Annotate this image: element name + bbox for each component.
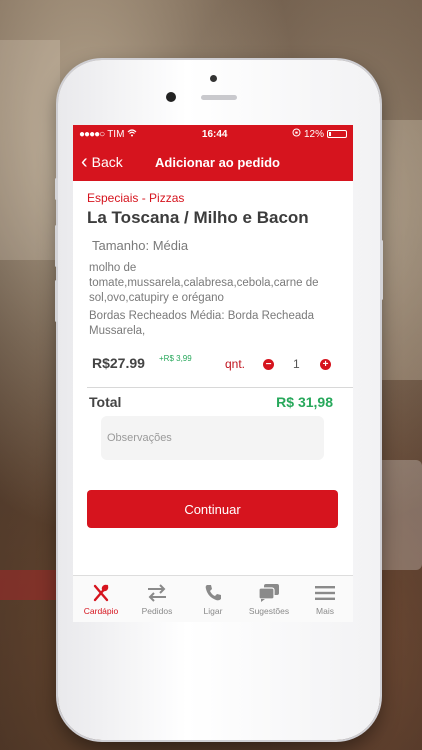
product-details: Especiais - Pizzas La Toscana / Milho e …	[73, 181, 353, 387]
tab-cardapio[interactable]: Cardápio	[73, 576, 129, 622]
increase-quantity-button[interactable]: +	[320, 359, 331, 370]
tab-label: Pedidos	[141, 606, 173, 616]
swap-arrows-icon	[146, 582, 168, 604]
decrease-quantity-button[interactable]: −	[263, 359, 274, 370]
battery-percent: 12%	[303, 128, 324, 140]
tab-pedidos[interactable]: Pedidos	[129, 576, 185, 622]
menu-icon	[315, 582, 335, 604]
status-bar: ●●●●○ TIM 16:44 12%	[73, 125, 353, 143]
product-category: Especiais - Pizzas	[87, 191, 185, 205]
mute-switch	[55, 178, 58, 200]
utensils-icon	[91, 582, 111, 604]
price-quantity-row: R$27.99 +R$ 3,99 qnt. − 1 +	[87, 351, 339, 387]
nav-bar: ‹ Back Adicionar ao pedido	[73, 143, 353, 181]
continue-button[interactable]: Continuar	[87, 490, 338, 528]
tab-label: Sugestões	[248, 606, 290, 616]
tab-bar: Cardápio Pedidos Ligar Sugestões Mais	[73, 575, 353, 622]
tab-sugestoes[interactable]: Sugestões	[241, 576, 297, 622]
orientation-lock-icon	[292, 128, 301, 140]
product-border: Bordas Recheados Média: Borda Recheada M…	[89, 310, 315, 337]
carrier-label: TIM	[107, 128, 125, 140]
total-value: R$ 31,98	[276, 394, 333, 410]
phone-speaker	[201, 95, 237, 100]
total-label: Total	[89, 394, 122, 410]
tab-label: Mais	[316, 606, 334, 616]
back-label: Back	[91, 154, 123, 170]
signal-icon: ●●●●○	[79, 128, 105, 140]
tab-label: Ligar	[203, 606, 223, 616]
wifi-icon	[127, 128, 137, 140]
observations-field[interactable]: Observações	[101, 416, 324, 460]
product-price: R$27.99	[92, 355, 145, 371]
product-ingredients: molho de tomate,mussarela,calabresa,cebo…	[89, 262, 319, 304]
quantity-label: qnt.	[225, 357, 246, 371]
battery-icon	[326, 130, 347, 138]
chevron-left-icon: ‹	[81, 151, 88, 173]
tab-ligar[interactable]: Ligar	[185, 576, 241, 622]
phone-sensor	[210, 75, 217, 82]
volume-down-button	[55, 280, 58, 322]
quantity-value: 1	[293, 357, 300, 371]
power-button	[380, 240, 383, 300]
extra-price: +R$ 3,99	[159, 354, 192, 363]
phone-camera	[166, 92, 176, 102]
back-button[interactable]: ‹ Back	[73, 152, 123, 172]
product-name: La Toscana / Milho e Bacon	[87, 208, 309, 227]
tab-mais[interactable]: Mais	[297, 576, 353, 622]
phone-icon	[203, 582, 223, 604]
tab-label: Cardápio	[83, 606, 119, 616]
volume-up-button	[55, 225, 58, 267]
status-time: 16:44	[201, 128, 228, 140]
chat-bubbles-icon	[258, 582, 280, 604]
page-title: Adicionar ao pedido	[155, 154, 280, 170]
product-size: Tamanho: Média	[92, 238, 189, 253]
total-row: Total R$ 31,98	[73, 388, 353, 414]
app-screen: ●●●●○ TIM 16:44 12% ‹ Back Adicionar ao …	[73, 125, 353, 622]
